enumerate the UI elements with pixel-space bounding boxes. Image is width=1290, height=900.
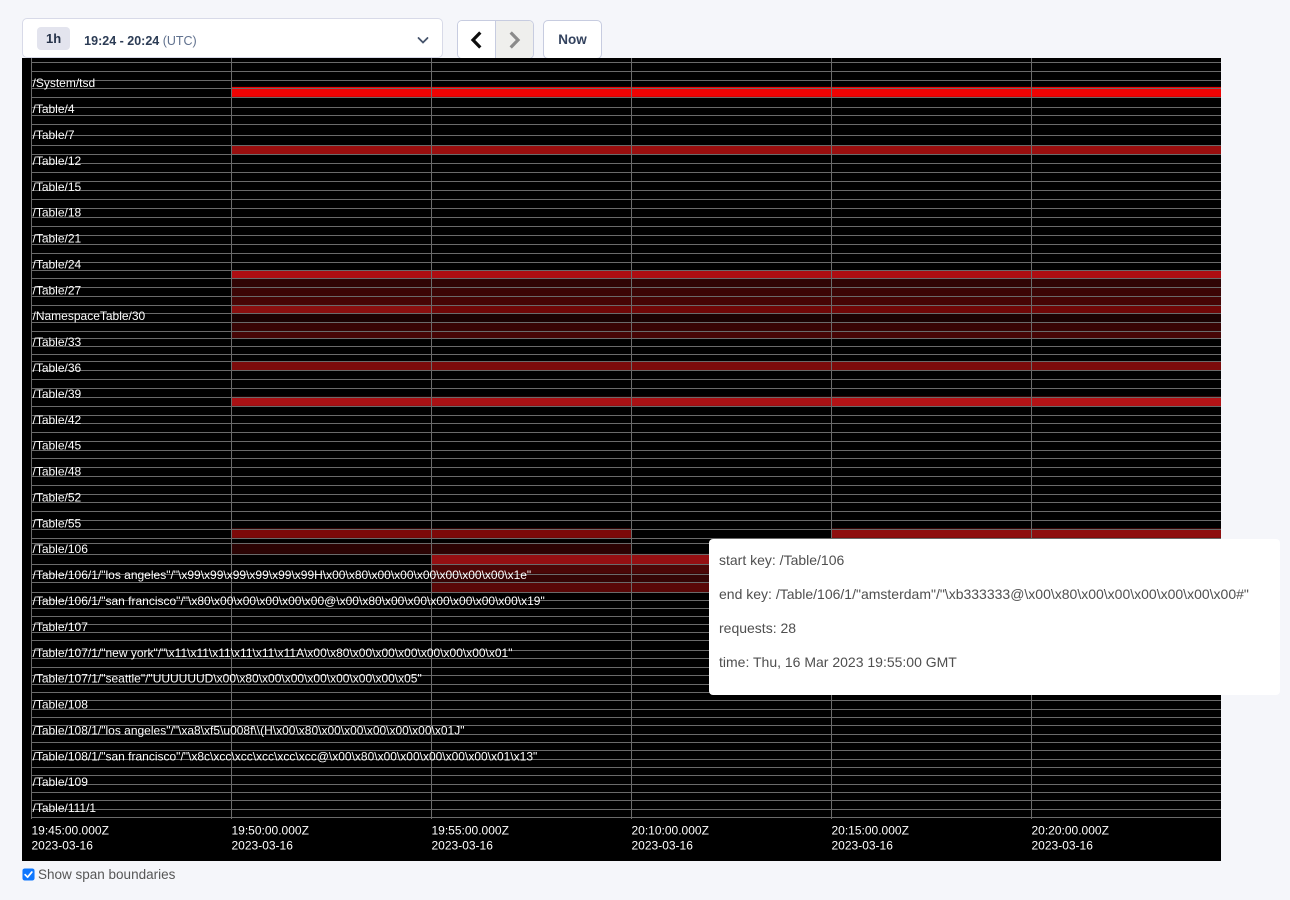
svg-text:/Table/7: /Table/7 (33, 128, 75, 142)
svg-text:/NamespaceTable/30: /NamespaceTable/30 (33, 309, 146, 323)
svg-text:/Table/12: /Table/12 (33, 154, 82, 168)
svg-text:/Table/24: /Table/24 (33, 257, 82, 271)
svg-text:/Table/107: /Table/107 (33, 620, 89, 634)
svg-text:/System/tsd: /System/tsd (33, 76, 96, 90)
svg-text:/Table/27: /Table/27 (33, 283, 82, 297)
svg-text:2023-03-16: 2023-03-16 (32, 839, 94, 853)
svg-text:19:50:00.000Z: 19:50:00.000Z (232, 824, 309, 838)
svg-text:20:20:00.000Z: 20:20:00.000Z (1032, 824, 1109, 838)
svg-text:2023-03-16: 2023-03-16 (232, 839, 294, 853)
svg-text:/Table/39: /Table/39 (33, 387, 82, 401)
svg-text:/Table/108/1/"san francisco"/": /Table/108/1/"san francisco"/"\x8c\xcc\x… (33, 749, 538, 763)
svg-text:19:45:00.000Z: 19:45:00.000Z (32, 824, 109, 838)
svg-text:/Table/45: /Table/45 (33, 439, 82, 453)
svg-text:/Table/55: /Table/55 (33, 516, 82, 530)
svg-text:2023-03-16: 2023-03-16 (432, 839, 494, 853)
svg-text:/Table/18: /Table/18 (33, 206, 82, 220)
svg-text:20:10:00.000Z: 20:10:00.000Z (632, 824, 709, 838)
svg-text:/Table/21: /Table/21 (33, 232, 82, 246)
svg-text:2023-03-16: 2023-03-16 (1032, 839, 1094, 853)
svg-text:/Table/108: /Table/108 (33, 698, 89, 712)
svg-text:/Table/106/1/"los angeles"/"\x: /Table/106/1/"los angeles"/"\x99\x99\x99… (33, 568, 532, 582)
svg-text:20:15:00.000Z: 20:15:00.000Z (832, 824, 909, 838)
svg-text:/Table/36: /Table/36 (33, 361, 82, 375)
svg-text:/Table/15: /Table/15 (33, 180, 82, 194)
svg-text:/Table/42: /Table/42 (33, 413, 82, 427)
svg-text:/Table/106/1/"san francisco"/": /Table/106/1/"san francisco"/"\x80\x00\x… (33, 594, 545, 608)
svg-text:/Table/106: /Table/106 (33, 542, 89, 556)
svg-text:/Table/33: /Table/33 (33, 335, 82, 349)
svg-text:/Table/108/1/"los angeles"/"\x: /Table/108/1/"los angeles"/"\xa8\xf5\u00… (33, 724, 465, 738)
svg-text:/Table/109: /Table/109 (33, 775, 89, 789)
svg-text:19:55:00.000Z: 19:55:00.000Z (432, 824, 509, 838)
svg-text:2023-03-16: 2023-03-16 (632, 839, 694, 853)
svg-text:/Table/107/1/"seattle"/"UUUUUU: /Table/107/1/"seattle"/"UUUUUUD\x00\x80\… (33, 672, 422, 686)
svg-text:2023-03-16: 2023-03-16 (832, 839, 894, 853)
svg-text:/Table/4: /Table/4 (33, 102, 75, 116)
svg-text:/Table/111/1: /Table/111/1 (33, 801, 97, 815)
svg-text:/Table/48: /Table/48 (33, 465, 82, 479)
svg-text:/Table/107/1/"new york"/"\x11\: /Table/107/1/"new york"/"\x11\x11\x11\x1… (33, 646, 513, 660)
svg-text:/Table/52: /Table/52 (33, 490, 82, 504)
